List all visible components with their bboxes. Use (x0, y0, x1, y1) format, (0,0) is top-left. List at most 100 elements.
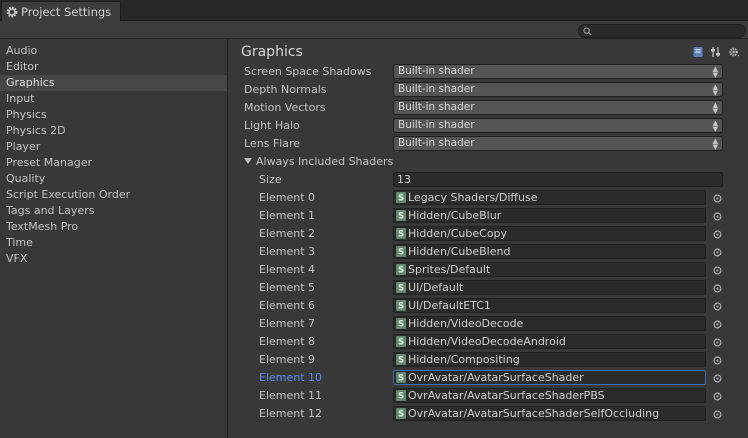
size-field[interactable]: 13 (393, 172, 723, 187)
shader-object-field[interactable]: S OvrAvatar/AvatarSurfaceShaderPBS (393, 388, 706, 403)
foldout-expanded-icon (244, 158, 252, 164)
sidebar-item-script-execution-order[interactable]: Script Execution Order (0, 187, 227, 203)
shader-object-field[interactable]: S Hidden/Compositing (393, 352, 706, 367)
shader-element-row: Element 8 S Hidden/VideoDecodeAndroid (229, 333, 748, 351)
shader-element-row: Element 6 S UI/DefaultETC1 (229, 297, 748, 315)
object-picker-icon[interactable] (713, 301, 722, 311)
svg-text:S: S (398, 248, 404, 257)
foldout-header[interactable]: Always Included Shaders (244, 153, 393, 171)
shader-icon: S (396, 264, 406, 275)
shader-object-field[interactable]: S UI/DefaultETC1 (393, 298, 706, 313)
element-label: Element 3 (259, 245, 316, 258)
shader-object-field[interactable]: S Legacy Shaders/Diffuse (393, 190, 706, 205)
dropdown-arrows-icon: ▲ ▼ (712, 119, 718, 133)
object-picker-icon[interactable] (713, 229, 722, 239)
object-picker-icon[interactable] (713, 211, 722, 221)
search-input[interactable] (578, 24, 746, 38)
size-label: Size (259, 173, 282, 186)
element-label: Element 1 (259, 209, 316, 222)
element-label: Element 6 (259, 299, 316, 312)
shader-icon: S (396, 408, 406, 419)
element-label: Element 12 (259, 407, 323, 420)
sidebar-item-preset-manager[interactable]: Preset Manager (0, 155, 227, 171)
element-label: Element 4 (259, 263, 316, 276)
shader-object-field[interactable]: S Hidden/VideoDecodeAndroid (393, 334, 706, 349)
dropdown-value: Built-in shader (398, 101, 475, 113)
object-picker-icon[interactable] (713, 193, 722, 203)
shader-element-row: Element 7 S Hidden/VideoDecode (229, 315, 748, 333)
shader-mode-dropdown[interactable]: Built-in shader ▲ ▼ (393, 118, 723, 133)
tab-title: Project Settings (21, 4, 112, 19)
sidebar-item-quality[interactable]: Quality (0, 171, 227, 187)
shader-object-field[interactable]: S UI/Default (393, 280, 706, 295)
shader-mode-dropdown[interactable]: Built-in shader ▲ ▼ (393, 136, 723, 151)
object-picker-icon[interactable] (713, 409, 722, 419)
svg-text:S: S (398, 356, 404, 365)
help-book-icon[interactable] (692, 46, 704, 58)
gear-menu-icon[interactable] (728, 46, 740, 58)
title-icons (692, 46, 740, 58)
sidebar-item-physics-2d[interactable]: Physics 2D (0, 123, 227, 139)
dropdown-arrows-icon: ▲ ▼ (712, 101, 718, 115)
shader-object-field[interactable]: S Hidden/CubeCopy (393, 226, 706, 241)
shader-icon: S (396, 372, 406, 383)
sidebar-item-audio[interactable]: Audio (0, 43, 227, 59)
shader-mode-dropdown[interactable]: Built-in shader ▲ ▼ (393, 82, 723, 97)
shader-icon: S (396, 282, 406, 293)
size-row: Size 13 (229, 171, 748, 189)
svg-text:S: S (398, 320, 404, 329)
shader-mode-dropdown[interactable]: Built-in shader ▲ ▼ (393, 100, 723, 115)
settings-sidebar: Audio Editor Graphics Input Physics Physics 2… (0, 39, 228, 438)
shader-icon: S (396, 210, 406, 221)
setting-label: Motion Vectors (244, 101, 326, 114)
object-picker-icon[interactable] (713, 373, 722, 383)
object-picker-icon[interactable] (713, 283, 722, 293)
shader-object-field[interactable]: S Hidden/CubeBlend (393, 244, 706, 259)
sidebar-item-textmesh-pro[interactable]: TextMesh Pro (0, 219, 227, 235)
object-picker-icon[interactable] (713, 247, 722, 257)
preset-sliders-icon[interactable] (710, 46, 722, 58)
shader-element-row: Element 5 S UI/Default (229, 279, 748, 297)
shader-icon: S (396, 192, 406, 203)
shader-name: Hidden/CubeCopy (408, 227, 508, 240)
element-label: Element 2 (259, 227, 316, 240)
sidebar-item-vfx[interactable]: VFX (0, 251, 227, 267)
dropdown-arrows-icon: ▲ ▼ (712, 83, 718, 97)
shader-element-row: Element 1 S Hidden/CubeBlur (229, 207, 748, 225)
sidebar-item-editor[interactable]: Editor (0, 59, 227, 75)
sidebar-item-tags-and-layers[interactable]: Tags and Layers (0, 203, 227, 219)
sidebar-item-input[interactable]: Input (0, 91, 227, 107)
element-label: Element 9 (259, 353, 316, 366)
svg-text:S: S (398, 230, 404, 239)
object-picker-icon[interactable] (713, 355, 722, 365)
object-picker-icon[interactable] (713, 319, 722, 329)
shader-object-field[interactable]: S Hidden/VideoDecode (393, 316, 706, 331)
shader-icon: S (396, 390, 406, 401)
object-picker-icon[interactable] (713, 391, 722, 401)
shader-name: Hidden/VideoDecode (408, 317, 524, 330)
shader-object-field[interactable]: S OvrAvatar/AvatarSurfaceShader (393, 370, 706, 385)
sidebar-item-graphics[interactable]: Graphics (0, 75, 227, 91)
sidebar-item-player[interactable]: Player (0, 139, 227, 155)
sidebar-item-time[interactable]: Time (0, 235, 227, 251)
shader-object-field[interactable]: S Sprites/Default (393, 262, 706, 277)
setting-row: Screen Space Shadows Built-in shader ▲ ▼ (229, 63, 748, 81)
setting-row: Depth Normals Built-in shader ▲ ▼ (229, 81, 748, 99)
svg-text:S: S (398, 284, 404, 293)
element-label: Element 0 (259, 191, 316, 204)
sidebar-item-physics[interactable]: Physics (0, 107, 227, 123)
setting-label: Lens Flare (244, 137, 301, 150)
object-picker-icon[interactable] (713, 337, 722, 347)
shader-icon: S (396, 228, 406, 239)
shader-name: Hidden/Compositing (408, 353, 520, 366)
shader-object-field[interactable]: S OvrAvatar/AvatarSurfaceShaderSelfOcclud… (393, 406, 706, 421)
object-picker-icon[interactable] (713, 265, 722, 275)
shader-icon: S (396, 318, 406, 329)
shader-object-field[interactable]: S Hidden/CubeBlur (393, 208, 706, 223)
shader-name: UI/Default (408, 281, 464, 294)
svg-text:S: S (398, 266, 404, 275)
setting-label: Light Halo (244, 119, 300, 132)
tab-project-settings[interactable]: Project Settings (1, 1, 121, 21)
shader-mode-dropdown[interactable]: Built-in shader ▲ ▼ (393, 64, 723, 79)
svg-text:S: S (398, 212, 404, 221)
